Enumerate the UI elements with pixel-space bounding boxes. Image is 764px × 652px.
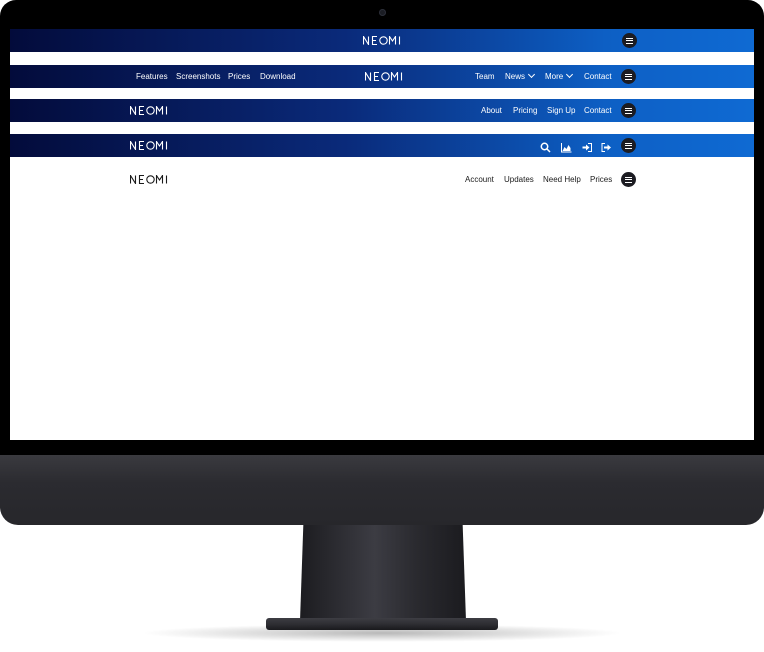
nav-link-prices[interactable]: Prices [228, 65, 250, 88]
screen: Features Screenshots Prices Download Tea… [10, 29, 754, 440]
search-icon[interactable] [540, 140, 551, 153]
nav-link-account[interactable]: Account [465, 168, 494, 191]
nav-link-news-label: News [505, 72, 526, 81]
menu-button[interactable] [622, 33, 637, 48]
nav-link-screenshots[interactable]: Screenshots [176, 65, 220, 88]
monitor-stand [300, 525, 466, 621]
navbar-4 [10, 134, 754, 157]
stand-shadow [140, 624, 624, 642]
logo[interactable] [130, 106, 168, 115]
monitor-chin [0, 455, 764, 525]
nav-link-sign-up[interactable]: Sign Up [547, 99, 575, 122]
logo[interactable] [130, 175, 168, 184]
nav-link-download[interactable]: Download [260, 65, 296, 88]
navbar-3: About Pricing Sign Up Contact [10, 99, 754, 122]
nav-link-contact[interactable]: Contact [584, 65, 612, 88]
chevron-down-icon [566, 70, 574, 79]
menu-button[interactable] [621, 103, 636, 118]
nav-link-need-help[interactable]: Need Help [543, 168, 581, 191]
logo[interactable] [365, 72, 403, 81]
sign-out-icon[interactable] [601, 140, 612, 152]
navbar-2: Features Screenshots Prices Download Tea… [10, 65, 754, 88]
nav-link-team[interactable]: Team [475, 65, 495, 88]
camera-icon [379, 9, 386, 16]
nav-link-about[interactable]: About [481, 99, 502, 122]
menu-button[interactable] [621, 69, 636, 84]
logo[interactable] [130, 141, 168, 150]
nav-link-news[interactable]: News [505, 65, 536, 88]
navbar-1 [10, 29, 754, 52]
nav-link-pricing[interactable]: Pricing [513, 99, 537, 122]
logo[interactable] [363, 36, 401, 45]
chart-icon[interactable] [561, 140, 572, 153]
nav-link-contact[interactable]: Contact [584, 99, 612, 122]
nav-link-features[interactable]: Features [136, 65, 168, 88]
nav-link-more[interactable]: More [545, 65, 574, 88]
menu-button[interactable] [621, 172, 636, 187]
nav-link-updates[interactable]: Updates [504, 168, 534, 191]
sign-in-icon[interactable] [582, 140, 593, 152]
nav-link-more-label: More [545, 72, 564, 81]
menu-button[interactable] [621, 138, 636, 153]
navbar-5: Account Updates Need Help Prices [10, 168, 754, 191]
nav-link-prices[interactable]: Prices [590, 168, 612, 191]
chevron-down-icon [527, 70, 536, 79]
